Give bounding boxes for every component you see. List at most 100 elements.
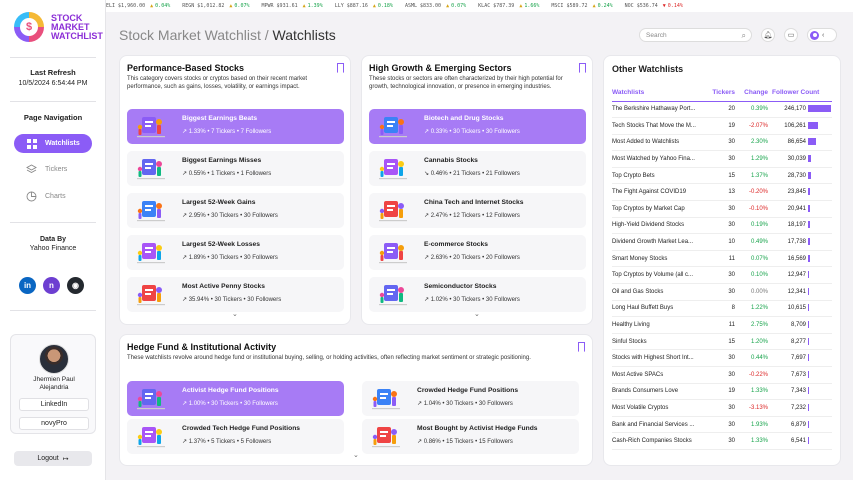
theme-toggle[interactable]: ‹ — [807, 28, 837, 42]
search-input[interactable]: Search ⌕ — [639, 28, 752, 42]
table-row[interactable]: Stocks with Highest Short Int... 30 0.44% 7… — [612, 349, 832, 367]
bookmark-icon[interactable] — [578, 342, 585, 352]
tickers-cell: 10 — [710, 233, 738, 251]
watchlist-item[interactable]: Biggest Earnings Misses ↗ 0.55% • 1 Ticke… — [127, 151, 344, 186]
watchlist-illustration — [136, 385, 166, 411]
table-row[interactable]: Most Watched by Yahoo Fina... 30 1.29% 30,0… — [612, 150, 832, 168]
notifications-button[interactable]: 🔔︎ — [761, 28, 775, 42]
novypro-button[interactable]: novyPro — [19, 417, 89, 430]
watchlist-illustration — [136, 197, 166, 223]
table-row[interactable]: Bank and Financial Services ... 30 1.93% 6,… — [612, 416, 832, 434]
table-row[interactable]: Oil and Gas Stocks 30 0.00% 12,341 — [612, 283, 832, 301]
watchlist-item[interactable]: Activist Hedge Fund Positions ↗ 1.00% • 3… — [127, 381, 344, 416]
github-icon[interactable]: ◉ — [67, 277, 84, 294]
table-row[interactable]: Most Active SPACs 30 -0.22% 7,673 — [612, 366, 832, 384]
watchlist-item[interactable]: Most Bought by Activist Hedge Funds ↗ 0.8… — [362, 419, 579, 454]
ticker-item[interactable]: MSCI $589.72 ▲ 0.24% — [551, 3, 612, 9]
column-header[interactable]: Follower Count — [772, 85, 832, 102]
nav-item-label: Charts — [45, 193, 66, 200]
linkedin-icon[interactable]: in — [19, 277, 36, 294]
tickers-cell: 30 — [710, 349, 738, 367]
last-refresh-value: 10/5/2024 6:54:44 PM — [18, 80, 88, 87]
watchlist-name-cell: The Fight Against COVID19 — [612, 183, 710, 202]
table-row[interactable]: Sinful Stocks 15 1.20% 8,277 — [612, 333, 832, 351]
table-row[interactable]: The Fight Against COVID19 13 -0.20% 23,845 — [612, 183, 832, 202]
tickers-cell: 15 — [710, 333, 738, 351]
watchlist-item[interactable]: Largest 52-Week Gains ↗ 2.95% • 30 Ticker… — [127, 193, 344, 228]
nav-item-charts[interactable]: Charts — [14, 187, 92, 206]
watchlist-item[interactable]: Largest 52-Week Losses ↗ 1.89% • 30 Ticke… — [127, 235, 344, 270]
table-row[interactable]: Smart Money Stocks 11 0.07% 16,569 — [612, 250, 832, 268]
table-row[interactable]: High-Yield Dividend Stocks 30 0.19% 18,197 — [612, 217, 832, 235]
bookmark-icon[interactable] — [337, 63, 344, 73]
ticker-item[interactable]: NOC $536.74 ▼ 0.14% — [625, 3, 683, 9]
table-row[interactable]: Long Haul Buffett Buys 8 1.22% 10,615 — [612, 300, 832, 318]
chevron-down-icon[interactable]: ⌄ — [474, 310, 480, 318]
table-row[interactable]: Most Volatile Cryptos 30 -3.13% 7,232 — [612, 399, 832, 417]
novypro-icon[interactable]: n — [43, 277, 60, 294]
change-cell: -0.22% — [738, 366, 772, 384]
logout-button[interactable]: Logout ↦ — [14, 451, 92, 466]
watchlist-item[interactable]: Cannabis Stocks ↘ 0.46% • 21 Tickers • 21… — [369, 151, 586, 186]
arrow-up-icon: ▲ — [229, 3, 233, 9]
ticker-item[interactable]: MPWR $931.61 ▲ 1.39% — [261, 3, 322, 9]
column-header[interactable]: Watchlists — [612, 85, 710, 102]
nav-item-watchlists[interactable]: Watchlists — [14, 134, 92, 153]
data-source-value: Yahoo Finance — [29, 245, 77, 252]
column-header[interactable]: Tickers — [710, 85, 738, 102]
ticker-change: 0.07% — [451, 3, 467, 9]
table-row[interactable]: Most Added to Watchlists 30 2.30% 86,654 — [612, 134, 832, 152]
ticker-change: 0.07% — [234, 3, 250, 9]
hedge-card: Hedge Fund & Institutional Activity Thes… — [119, 334, 593, 466]
data-source-label: Data By — [39, 236, 67, 243]
card-title: High Growth & Emerging Sectors — [369, 63, 512, 73]
ticker-item[interactable]: ASML $833.00 ▲ 0.07% — [405, 3, 466, 9]
chevron-down-icon[interactable]: ⌄ — [353, 451, 359, 459]
watchlist-item[interactable]: Most Active Penny Stocks ↗ 35.94% • 30 Ti… — [127, 277, 344, 312]
bookmark-icon[interactable] — [579, 63, 586, 73]
ticker-item[interactable]: LLY $887.16 ▲ 0.18% — [335, 3, 393, 9]
ticker-item[interactable]: REGN $1,012.82 ▲ 0.07% — [182, 3, 249, 9]
watchlist-item[interactable]: E-commerce Stocks ↗ 2.63% • 20 Tickers • … — [369, 235, 586, 270]
change-cell: -3.13% — [738, 399, 772, 417]
table-row[interactable]: Cash-Rich Companies Stocks 30 1.33% 6,541 — [612, 432, 832, 450]
app-logo[interactable]: $ STOCK MARKET WATCHLIST — [14, 12, 103, 42]
watchlist-stats: ↗ 1.04% • 30 Tickers • 30 Followers — [417, 401, 513, 407]
follower-count: 7,232 — [790, 404, 806, 411]
table-row[interactable]: Brands Consumers Love 19 1.33% 7,343 — [612, 383, 832, 401]
table-row[interactable]: Dividend Growth Market Lea... 10 0.49% 17,7… — [612, 233, 832, 251]
grid-icon — [26, 138, 37, 149]
watchlist-stats: ↗ 0.55% • 1 Tickers • 1 Followers — [182, 171, 272, 177]
watchlist-name: Largest 52-Week Gains — [182, 199, 256, 206]
linkedin-button[interactable]: LinkedIn — [19, 398, 89, 411]
table-row[interactable]: Healthy Living 11 2.75% 8,709 — [612, 316, 832, 334]
watchlist-item[interactable]: China Tech and Internet Stocks ↗ 2.47% • … — [369, 193, 586, 228]
tickers-cell: 19 — [710, 383, 738, 401]
table-row[interactable]: Top Crypto Bets 15 1.37% 28,730 — [612, 167, 832, 185]
messages-button[interactable]: ▭ — [784, 28, 798, 42]
table-row[interactable]: The Berkshire Hathaway Port... 20 0.39% 246… — [612, 101, 832, 119]
watchlist-item[interactable]: Crowded Tech Hedge Fund Positions ↗ 1.37%… — [127, 419, 344, 454]
follower-count-cell: 7,232 — [772, 399, 832, 417]
watchlist-item[interactable]: Biggest Earnings Beats ↗ 1.33% • 7 Ticker… — [127, 109, 344, 144]
change-cell: 1.33% — [738, 432, 772, 450]
nav-item-tickers[interactable]: Tickers — [14, 160, 92, 179]
tickers-cell: 19 — [710, 117, 738, 135]
arrow-down-icon: ▼ — [662, 3, 666, 9]
follower-count-cell: 7,673 — [772, 366, 832, 384]
follower-count: 6,541 — [790, 438, 806, 445]
table-row[interactable]: Top Cryptos by Volume (all c... 30 0.10% 12… — [612, 266, 832, 285]
ticker-item[interactable]: ELI $1,960.00 ▲ 0.04% — [106, 3, 170, 9]
ticker-item[interactable]: KLAC $787.39 ▲ 1.66% — [478, 3, 539, 9]
tickers-cell: 13 — [710, 183, 738, 202]
layers-icon — [26, 164, 37, 175]
watchlist-item[interactable]: Biotech and Drug Stocks ↗ 0.33% • 30 Tick… — [369, 109, 586, 144]
watchlist-name: Activist Hedge Fund Positions — [182, 387, 279, 394]
column-header[interactable]: Change — [738, 85, 772, 102]
table-row[interactable]: Tech Stocks That Move the M... 19 -2.07% 10… — [612, 117, 832, 135]
chevron-down-icon[interactable]: ⌄ — [232, 310, 238, 318]
watchlist-item[interactable]: Crowded Hedge Fund Positions ↗ 1.04% • 30… — [362, 381, 579, 416]
table-row[interactable]: Top Cryptos by Market Cap 30 -0.10% 20,941 — [612, 200, 832, 218]
watchlist-item[interactable]: Semiconductor Stocks ↗ 1.02% • 30 Tickers… — [369, 277, 586, 312]
card-title: Hedge Fund & Institutional Activity — [127, 342, 277, 352]
